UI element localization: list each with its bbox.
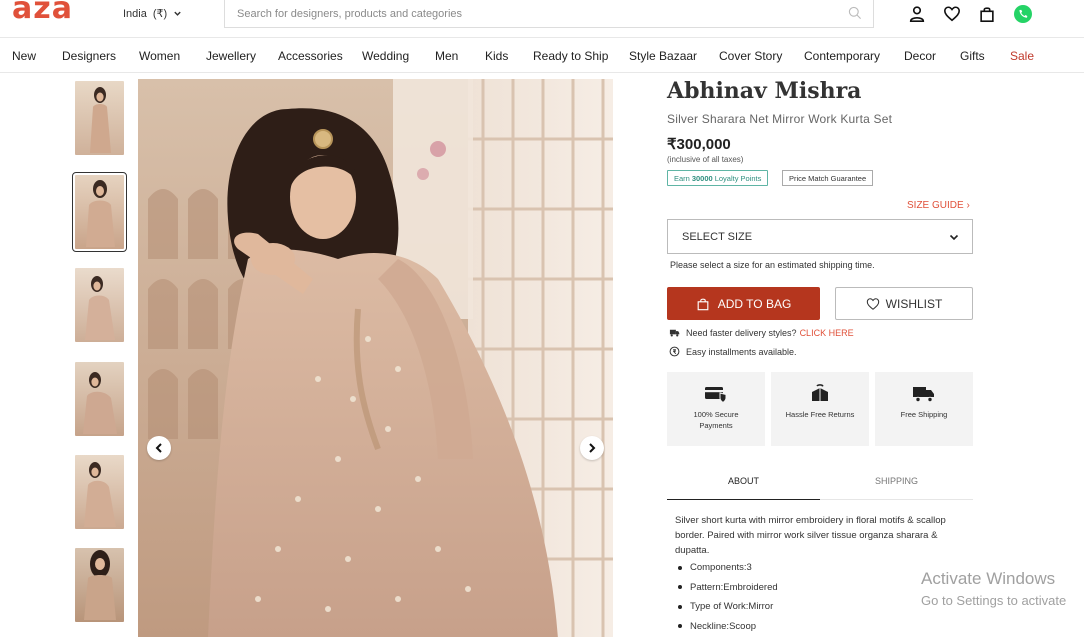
nav-item-accessories[interactable]: Accessories	[278, 49, 343, 63]
nav-item-style-bazaar[interactable]: Style Bazaar	[629, 49, 697, 63]
gallery-thumbnail[interactable]	[75, 548, 124, 622]
product-thumbnail-image	[83, 550, 116, 620]
nav-item-men[interactable]: Men	[435, 49, 458, 63]
product-photo	[138, 79, 613, 637]
windows-activation-watermark: Activate Windows Go to Settings to activ…	[921, 569, 1066, 608]
main-nav: New Designers Women Jewellery Accessorie…	[0, 37, 1084, 73]
chevron-left-icon	[155, 443, 162, 453]
faster-delivery-note: Need faster delivery styles? CLICK HERE	[669, 327, 854, 338]
nav-item-ready-to-ship[interactable]: Ready to Ship	[533, 49, 608, 63]
gallery-thumbnail[interactable]	[75, 81, 124, 155]
nav-item-gifts[interactable]: Gifts	[960, 49, 985, 63]
search-bar[interactable]	[224, 0, 874, 28]
feature-label: Hassle Free Returns	[785, 410, 855, 419]
spec-item: Type of Work:Mirror	[678, 597, 778, 617]
feature-label: Free Shipping	[900, 410, 948, 419]
tax-note: (inclusive of all taxes)	[667, 155, 744, 164]
loyalty-prefix: Earn	[674, 173, 690, 183]
site-header: aza India (₹)	[0, 0, 1084, 36]
nav-item-new[interactable]: New	[12, 49, 36, 63]
product-thumbnail-image	[84, 276, 115, 340]
product-name: Silver Sharara Net Mirror Work Kurta Set	[667, 112, 893, 126]
loyalty-points-badge: Earn 30000 Loyalty Points	[667, 170, 769, 186]
chevron-down-icon	[949, 234, 959, 241]
price-match-badge[interactable]: Price Match Guarantee	[782, 170, 874, 186]
truck-icon	[669, 329, 680, 337]
chevron-right-icon	[589, 443, 596, 453]
search-input[interactable]	[237, 7, 827, 20]
truck-icon	[913, 387, 934, 403]
nav-item-sale[interactable]: Sale	[1010, 49, 1034, 63]
size-select[interactable]: SELECT SIZE	[667, 219, 973, 254]
search-icon[interactable]	[847, 5, 863, 21]
product-thumbnail-image	[83, 462, 116, 527]
nav-item-cover-story[interactable]: Cover Story	[719, 49, 782, 63]
size-hint: Please select a size for an estimated sh…	[670, 260, 875, 270]
product-price: ₹300,000	[667, 136, 731, 153]
installment-icon	[669, 346, 680, 357]
brand-name[interactable]: Abhinav Mishra	[667, 78, 861, 104]
nav-item-jewellery[interactable]: Jewellery	[206, 49, 256, 63]
watermark-subtitle: Go to Settings to activate	[921, 593, 1067, 608]
gallery-thumbnail[interactable]	[75, 362, 124, 436]
nav-item-women[interactable]: Women	[139, 49, 180, 63]
secure-payment-icon	[705, 387, 727, 404]
aza-logo[interactable]: aza	[12, 0, 73, 26]
delivery-note-text: Need faster delivery styles?	[686, 327, 797, 338]
heart-icon	[866, 297, 879, 310]
bag-icon	[697, 298, 709, 310]
returns-icon	[812, 384, 828, 401]
nav-item-contemporary[interactable]: Contemporary	[804, 49, 880, 63]
add-to-bag-button[interactable]: ADD TO BAG	[667, 287, 820, 320]
gallery-thumbnail-selected[interactable]	[72, 172, 127, 252]
nav-item-wedding[interactable]: Wedding	[362, 49, 409, 63]
tab-shipping[interactable]: SHIPPING	[820, 476, 973, 500]
product-thumbnail-image	[85, 180, 115, 247]
wishlist-button[interactable]: WISHLIST	[835, 287, 973, 320]
bag-icon[interactable]	[978, 5, 996, 23]
watermark-title: Activate Windows	[921, 569, 1056, 588]
heart-icon[interactable]	[943, 5, 961, 23]
tab-about[interactable]: ABOUT	[667, 476, 820, 500]
spec-item: Neckline:Scoop	[678, 617, 778, 637]
whatsapp-icon[interactable]	[1013, 4, 1033, 24]
currency-label: (₹)	[152, 8, 168, 20]
size-select-value: SELECT SIZE	[682, 230, 753, 243]
wishlist-label: WISHLIST	[885, 296, 943, 311]
size-guide-link[interactable]: SIZE GUIDE ›	[907, 200, 970, 211]
nav-item-kids[interactable]: Kids	[485, 49, 508, 63]
country-label: India	[123, 7, 147, 20]
spec-item: Components:3	[678, 558, 778, 578]
installments-note: Easy installments available.	[669, 346, 797, 357]
chevron-down-icon	[174, 11, 181, 16]
nav-item-designers[interactable]: Designers	[62, 49, 116, 63]
feature-secure-payments: 100% Secure Payments	[667, 372, 765, 446]
installments-text: Easy installments available.	[686, 346, 797, 357]
feature-label: 100% Secure Payments	[693, 410, 739, 430]
click-here-link[interactable]: CLICK HERE	[800, 328, 854, 338]
feature-returns: Hassle Free Returns	[771, 372, 869, 446]
next-image-button[interactable]	[580, 436, 604, 460]
nav-item-decor[interactable]: Decor	[904, 49, 936, 63]
product-thumbnail-image	[89, 87, 111, 153]
product-main-image[interactable]	[138, 79, 613, 637]
country-selector[interactable]: India (₹)	[123, 7, 182, 20]
spec-item: Pattern:Embroidered	[678, 578, 778, 598]
add-to-bag-label: ADD TO BAG	[717, 296, 792, 311]
gallery-thumbnail[interactable]	[75, 268, 124, 342]
product-description: Silver short kurta with mirror embroider…	[675, 515, 946, 557]
product-thumbnail-image	[82, 372, 117, 434]
loyalty-points-value: 30000	[691, 173, 713, 183]
gallery-thumbnail[interactable]	[75, 455, 124, 529]
prev-image-button[interactable]	[147, 436, 171, 460]
feature-free-shipping: Free Shipping	[875, 372, 973, 446]
user-icon[interactable]	[908, 5, 926, 23]
product-specs: Components:3 Pattern:Embroidered Type of…	[678, 558, 778, 636]
loyalty-suffix: Loyalty Points	[714, 173, 762, 183]
header-actions	[908, 4, 1033, 24]
